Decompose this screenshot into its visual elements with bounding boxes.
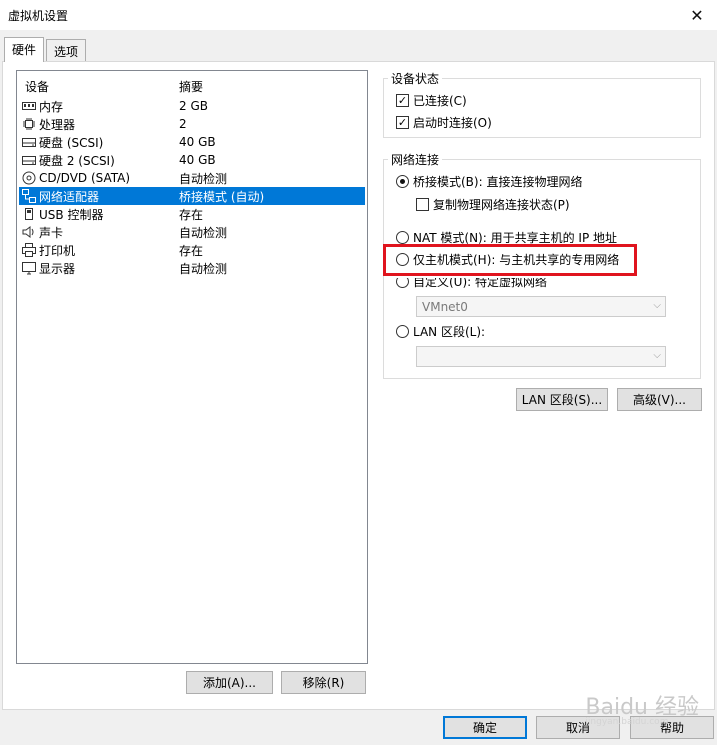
close-button[interactable]: ✕ (677, 0, 717, 30)
device-summary: 桥接模式 (自动) (179, 189, 265, 204)
connect-at-power-on-label: 启动时连接(O) (413, 116, 492, 130)
column-header-summary: 摘要 (179, 80, 204, 94)
checkbox-icon (416, 198, 429, 211)
device-row-usb-controller[interactable]: USB 控制器 存在 (19, 205, 365, 223)
device-row-printer[interactable]: 打印机 存在 (19, 241, 365, 259)
checkmark-icon: ✓ (396, 116, 409, 129)
display-icon (21, 261, 37, 275)
tab-hardware[interactable]: 硬件 (4, 37, 45, 62)
device-row-hard-disk[interactable]: 硬盘 (SCSI) 40 GB (19, 133, 365, 151)
sound-card-icon (21, 225, 37, 239)
close-icon: ✕ (690, 5, 704, 25)
tab-hardware-label: 硬件 (12, 43, 37, 57)
device-row-processor[interactable]: 处理器 2 (19, 115, 365, 133)
advanced-button[interactable]: 高级(V)... (617, 388, 702, 411)
remove-button[interactable]: 移除(R) (281, 671, 366, 694)
window-title: 虚拟机设置 (8, 9, 69, 23)
ok-button[interactable]: 确定 (443, 716, 527, 739)
device-status-label: 设备状态 (388, 70, 443, 87)
lan-segment-label: LAN 区段(L): (413, 325, 486, 339)
device-name: 打印机 (39, 243, 76, 258)
bridged-radio[interactable]: 桥接模式(B): 直接连接物理网络 (396, 173, 582, 190)
custom-network-select[interactable]: VMnet0 ⌵ (416, 296, 666, 317)
device-name: 处理器 (39, 117, 76, 132)
device-summary: 存在 (179, 243, 204, 258)
memory-icon (21, 99, 37, 113)
radio-icon (396, 231, 409, 244)
device-row-cd-dvd[interactable]: CD/DVD (SATA) 自动检测 (19, 169, 365, 187)
custom-network-value: VMnet0 (422, 299, 468, 314)
replicate-state-label: 复制物理网络连接状态(P) (433, 198, 570, 212)
column-header-device: 设备 (25, 80, 50, 94)
device-name: 声卡 (39, 225, 64, 240)
device-summary: 存在 (179, 207, 204, 222)
device-row-network-adapter[interactable]: 网络适配器 桥接模式 (自动) (19, 187, 365, 205)
device-name: 网络适配器 (39, 189, 100, 204)
checkmark-icon: ✓ (396, 94, 409, 107)
network-connection-label: 网络连接 (388, 151, 443, 168)
device-row-hard-disk-2[interactable]: 硬盘 2 (SCSI) 40 GB (19, 151, 365, 169)
radio-icon (396, 325, 409, 338)
lan-segment-select[interactable]: ⌵ (416, 346, 666, 367)
processor-icon (21, 117, 37, 131)
chevron-down-icon: ⌵ (653, 350, 661, 361)
device-summary: 2 GB (179, 99, 208, 113)
device-name: 硬盘 2 (SCSI) (39, 153, 115, 168)
device-summary: 自动检测 (179, 225, 228, 240)
device-name: 显示器 (39, 261, 76, 276)
device-name: USB 控制器 (39, 207, 104, 222)
device-row-memory[interactable]: 内存 2 GB (19, 97, 365, 115)
title-bar: 虚拟机设置 ✕ (0, 0, 717, 30)
network-adapter-icon (21, 189, 37, 203)
bridged-label: 桥接模式(B): 直接连接物理网络 (413, 175, 583, 189)
hard-disk-icon (21, 135, 37, 149)
connect-at-power-on-checkbox[interactable]: ✓ 启动时连接(O) (396, 114, 492, 131)
device-summary: 40 GB (179, 135, 216, 149)
usb-icon (21, 207, 37, 221)
printer-icon (21, 243, 37, 257)
tab-options-label: 选项 (54, 45, 79, 59)
highlight-box (383, 244, 637, 276)
hard-disk-icon (21, 153, 37, 167)
replicate-state-checkbox[interactable]: 复制物理网络连接状态(P) (416, 196, 570, 213)
connected-label: 已连接(C) (413, 94, 467, 108)
device-name: 硬盘 (SCSI) (39, 135, 104, 150)
device-summary: 40 GB (179, 153, 216, 167)
tab-options[interactable]: 选项 (46, 39, 87, 61)
lan-segments-button[interactable]: LAN 区段(S)... (516, 388, 608, 411)
connected-checkbox[interactable]: ✓ 已连接(C) (396, 92, 467, 109)
device-summary: 2 (179, 117, 187, 131)
watermark: Baidu 经验 jingyan.baidu.com (585, 689, 699, 727)
chevron-down-icon: ⌵ (653, 300, 661, 311)
device-summary: 自动检测 (179, 261, 228, 276)
cd-dvd-icon (21, 171, 37, 185)
device-summary: 自动检测 (179, 171, 228, 186)
device-row-display[interactable]: 显示器 自动检测 (19, 259, 365, 277)
lan-segment-radio[interactable]: LAN 区段(L): (396, 323, 485, 340)
device-name: 内存 (39, 99, 64, 114)
add-button[interactable]: 添加(A)... (186, 671, 273, 694)
device-name: CD/DVD (SATA) (39, 171, 131, 185)
device-row-sound-card[interactable]: 声卡 自动检测 (19, 223, 365, 241)
radio-icon (396, 175, 409, 188)
device-list[interactable]: 设备 摘要 内存 2 GB 处理器 2 硬盘 (SCSI) 40 GB 硬盘 2… (16, 70, 368, 664)
